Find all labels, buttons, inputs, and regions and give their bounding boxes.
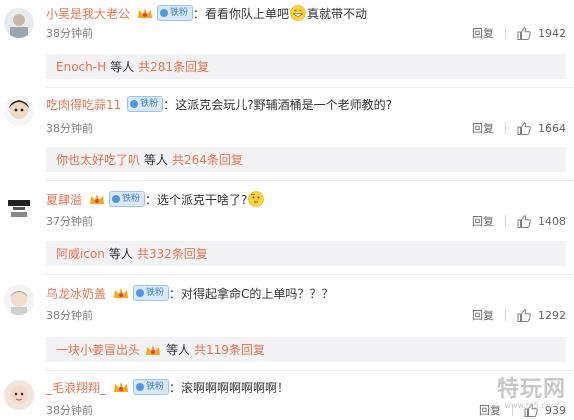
divider bbox=[46, 87, 574, 88]
crown-badge-icon bbox=[146, 344, 161, 355]
thumbs-up-icon[interactable] bbox=[517, 214, 531, 228]
divider bbox=[505, 27, 506, 39]
reply-thread-summary[interactable]: Enoch-H 等人 共281条回复 bbox=[46, 54, 566, 79]
timestamp: 38分钟前 bbox=[46, 309, 93, 322]
username-link[interactable]: _毛浪翔翔_ bbox=[46, 379, 106, 396]
fan-badge-icon bbox=[160, 9, 169, 17]
reply-button[interactable]: 回复 bbox=[472, 307, 494, 323]
divider bbox=[46, 180, 574, 181]
thumbs-up-icon[interactable] bbox=[517, 121, 531, 135]
thinking-face-icon bbox=[248, 191, 265, 207]
timestamp: 38分钟前 bbox=[46, 27, 93, 40]
avatar[interactable] bbox=[4, 96, 34, 126]
crown-badge-icon bbox=[138, 8, 153, 18]
fan-badge: 铁粉 bbox=[127, 96, 164, 112]
watermark: 特玩网 www.te5.com bbox=[497, 371, 566, 410]
fan-badge-icon bbox=[136, 383, 145, 391]
like-count: 1664 bbox=[538, 121, 566, 135]
reply-user-link[interactable]: 阿威icon bbox=[56, 245, 105, 262]
username-link[interactable]: 乌龙冰奶盖 bbox=[46, 285, 106, 302]
reply-button[interactable]: 回复 bbox=[472, 213, 494, 229]
comment-text: ：对得起拿命C的上单吗？？？ bbox=[169, 286, 334, 301]
fan-badge: 铁粉 bbox=[157, 5, 194, 21]
reply-count-link[interactable]: 共264条回复 bbox=[172, 151, 243, 168]
username-link[interactable]: 吃肉得吃蒜11 bbox=[46, 96, 121, 113]
fan-badge-icon bbox=[136, 289, 145, 297]
crown-badge-icon bbox=[90, 194, 105, 204]
timestamp: 38分钟前 bbox=[46, 404, 93, 417]
comment-text: ：看看你队上单吧 bbox=[193, 6, 290, 21]
comment-text: ：选个派克干啥了? bbox=[145, 192, 248, 207]
reply-text: 等人 bbox=[110, 60, 135, 74]
avatar[interactable] bbox=[4, 8, 34, 38]
avatar[interactable] bbox=[4, 191, 34, 221]
thumbs-up-icon[interactable] bbox=[517, 308, 531, 322]
watermark-url: www.te5.com bbox=[504, 401, 559, 410]
reply-count-link[interactable]: 共119条回复 bbox=[194, 341, 265, 358]
fan-badge: 铁粉 bbox=[133, 379, 170, 395]
fan-badge-icon bbox=[112, 195, 121, 203]
avatar[interactable] bbox=[4, 285, 34, 315]
reply-button[interactable]: 回复 bbox=[472, 120, 494, 136]
reply-thread-summary[interactable]: 阿威icon 等人 共332条回复 bbox=[46, 241, 566, 266]
username-link[interactable]: 夏肆溢 bbox=[46, 191, 82, 208]
timestamp: 38分钟前 bbox=[46, 122, 93, 135]
avatar[interactable] bbox=[4, 380, 34, 410]
comment-text: ：滚啊啊啊啊啊啊啊！ bbox=[169, 380, 290, 395]
username-link[interactable]: 小吴是我大老公 bbox=[46, 5, 130, 22]
reply-user-link[interactable]: 你也太好吃了叭 bbox=[56, 151, 140, 168]
reply-button[interactable]: 回复 bbox=[472, 25, 494, 41]
reply-text: 等人 bbox=[166, 343, 191, 357]
comment-text-tail: 真就带不动 bbox=[307, 6, 368, 21]
divider bbox=[505, 309, 506, 321]
crown-badge-icon bbox=[114, 288, 129, 298]
reply-text: 等人 bbox=[144, 153, 169, 167]
comment-text: ：这派克会玩儿?野辅酒桶是一个老师教的? bbox=[163, 97, 393, 112]
fan-badge: 铁粉 bbox=[133, 285, 170, 301]
reply-count-link[interactable]: 共281条回复 bbox=[138, 58, 209, 75]
thumbs-up-icon[interactable] bbox=[517, 26, 531, 40]
like-count: 1292 bbox=[538, 308, 566, 322]
like-count: 1942 bbox=[538, 26, 566, 40]
fan-badge: 铁粉 bbox=[109, 191, 146, 207]
fan-badge-icon bbox=[130, 100, 139, 108]
divider bbox=[46, 274, 574, 275]
reply-thread-summary[interactable]: 一块小姜冒出头 等人 共119条回复 bbox=[46, 337, 566, 362]
divider bbox=[505, 215, 506, 227]
reply-text: 等人 bbox=[108, 247, 133, 261]
reply-user-link[interactable]: 一块小姜冒出头 bbox=[56, 341, 140, 358]
watermark-logo: 特玩网 bbox=[496, 377, 566, 402]
divider bbox=[505, 122, 506, 134]
crown-badge-icon bbox=[114, 382, 129, 392]
reply-count-link[interactable]: 共332条回复 bbox=[137, 245, 208, 262]
divider bbox=[46, 370, 574, 371]
reply-thread-summary[interactable]: 你也太好吃了叭 等人 共264条回复 bbox=[46, 147, 566, 172]
grin-face-icon bbox=[290, 5, 306, 21]
like-count: 1408 bbox=[538, 214, 566, 228]
reply-user-link[interactable]: Enoch-H bbox=[56, 60, 106, 74]
timestamp: 37分钟前 bbox=[46, 215, 93, 228]
